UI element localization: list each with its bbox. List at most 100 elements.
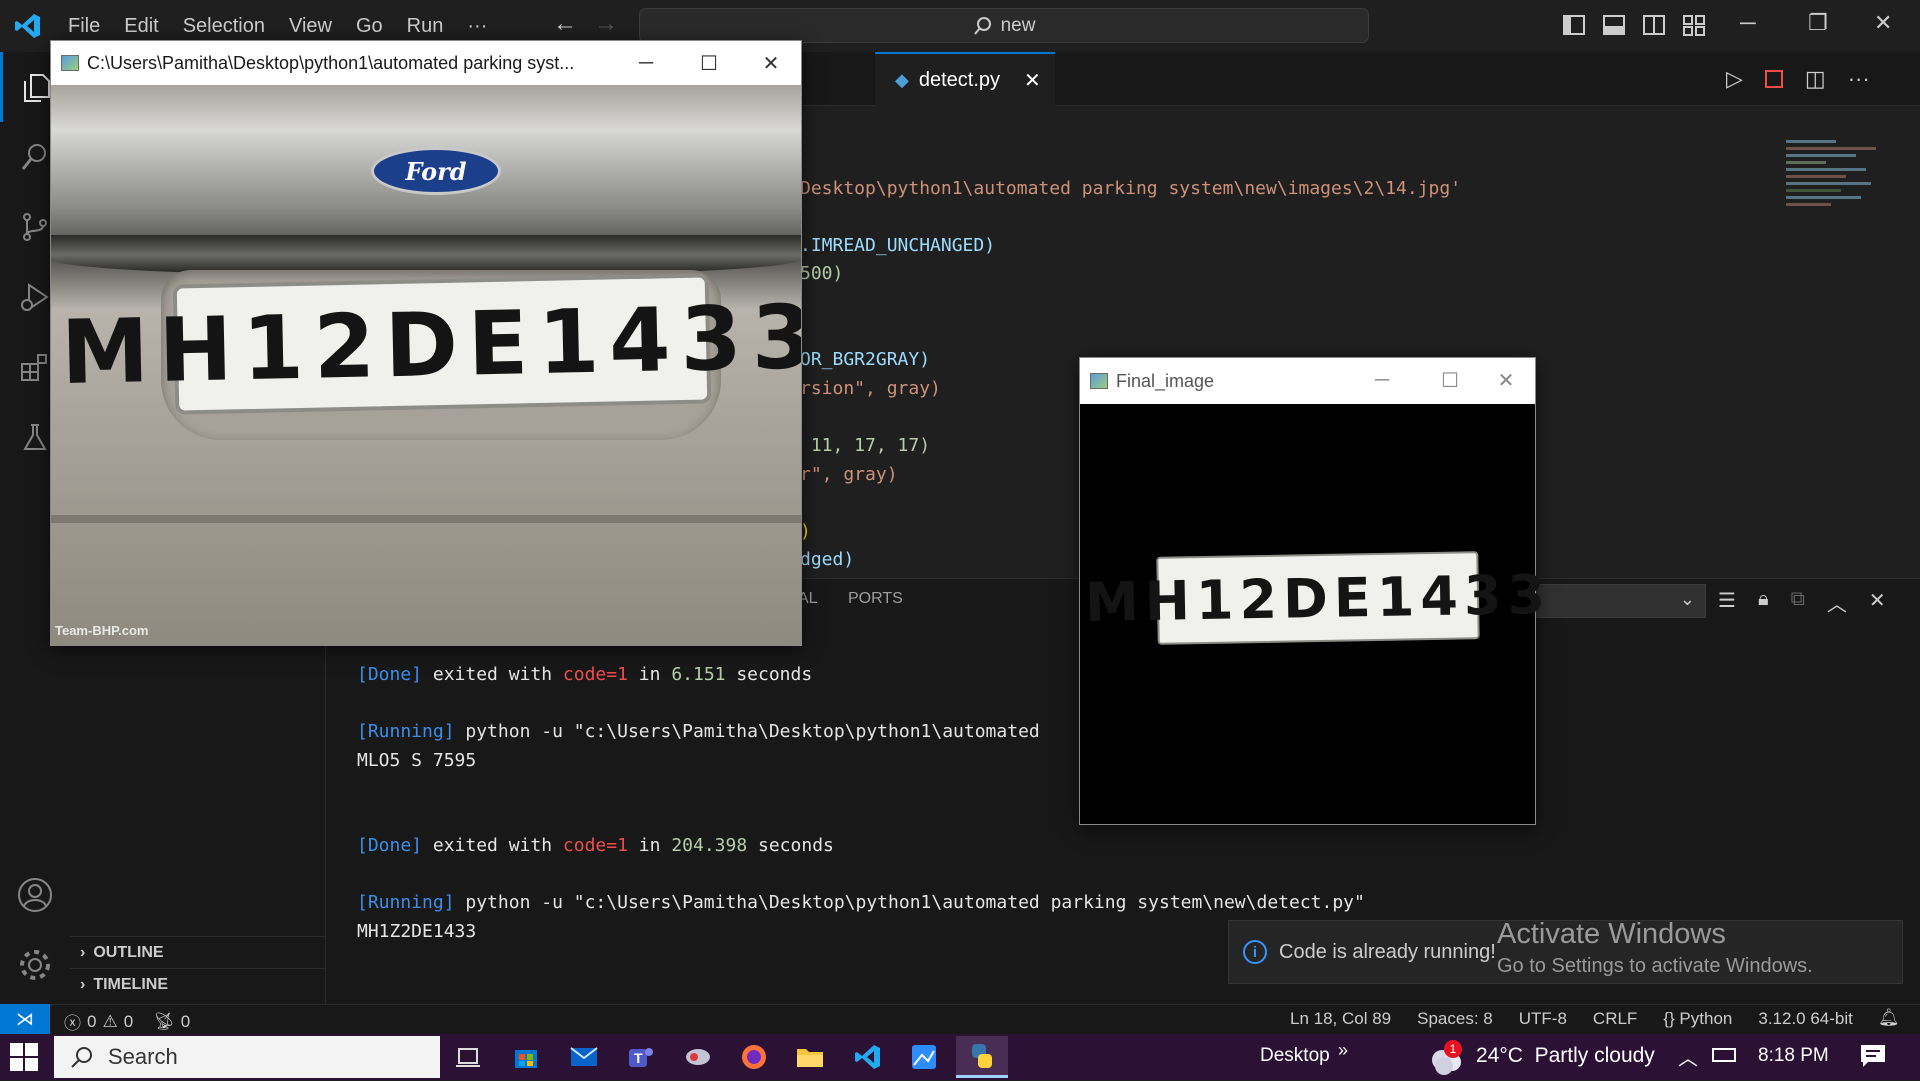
license-plate: MH12DE1433	[60, 273, 801, 415]
minimize-icon[interactable]: ─	[1352, 358, 1412, 402]
minimap[interactable]	[1786, 136, 1906, 276]
outline-label: OUTLINE	[93, 943, 164, 961]
microsoft-store-icon[interactable]	[500, 1036, 552, 1078]
language-mode[interactable]: {} Python	[1663, 1009, 1732, 1029]
tab-ports[interactable]: PORTS	[848, 590, 903, 608]
chevron-right-icon[interactable]: »	[1338, 1040, 1348, 1061]
stop-icon[interactable]	[1764, 70, 1783, 88]
chevron-down-icon: ⌄	[1679, 589, 1695, 609]
vscode-taskbar-icon[interactable]	[842, 1036, 894, 1078]
lock-scroll-icon[interactable]: 🔒︎	[1758, 588, 1769, 617]
chevron-right-icon: ›	[80, 943, 86, 961]
car-window-title: C:\Users\Pamitha\Desktop\python1\automat…	[87, 52, 575, 73]
run-python-icon[interactable]: ▷	[1726, 66, 1743, 92]
status-bar: ⓧ 0 ⚠ 0 📡︎ 0 Ln 18, Col 89 Spaces: 8 UTF-8 …	[0, 1004, 1920, 1034]
python-taskbar-icon[interactable]	[956, 1036, 1008, 1078]
windows-start-icon[interactable]	[10, 1043, 38, 1076]
back-arrow-icon[interactable]: ←	[553, 10, 577, 38]
window-app-icon	[1090, 373, 1108, 389]
search-icon	[973, 16, 991, 35]
customize-layout-icon[interactable]	[1683, 14, 1705, 36]
exit-time: 204.398	[671, 835, 748, 856]
restore-window-icon[interactable]: ❐	[1808, 10, 1828, 36]
timeline-label: TIMELINE	[93, 975, 168, 993]
ports-count: 0	[180, 1011, 191, 1031]
maximize-panel-icon[interactable]: ︿	[1827, 588, 1847, 617]
toggle-panel-icon[interactable]	[1603, 14, 1625, 36]
battery-icon[interactable]	[1712, 1048, 1736, 1062]
activate-title: Activate Windows	[1497, 918, 1726, 950]
bumper-line	[51, 515, 801, 523]
close-tab-icon[interactable]: ✕	[1024, 68, 1041, 93]
action-center-icon[interactable]	[1860, 1044, 1886, 1073]
maximize-icon[interactable]: ☐	[679, 41, 739, 85]
open-in-editor-icon[interactable]: ⧉	[1791, 588, 1805, 617]
file-explorer-icon[interactable]	[784, 1036, 836, 1078]
search-icon	[71, 1047, 92, 1068]
chevron-up-icon[interactable]: ︿	[1678, 1042, 1698, 1071]
indentation[interactable]: Spaces: 8	[1417, 1009, 1493, 1029]
weather-icon[interactable]: 1	[1426, 1038, 1466, 1081]
problems-indicator[interactable]: ⓧ 0 ⚠ 0 📡︎ 0	[64, 1009, 190, 1034]
python-interpreter[interactable]: 3.12.0 64-bit	[1758, 1009, 1853, 1029]
teams-icon[interactable]: T	[614, 1036, 666, 1078]
code-line: OR_BGR2GRAY)	[800, 349, 931, 370]
accounts-icon[interactable]	[0, 860, 70, 930]
cursor-position[interactable]: Ln 18, Col 89	[1290, 1009, 1391, 1029]
command-center-text: new	[1000, 14, 1036, 36]
mail-icon[interactable]	[558, 1036, 610, 1078]
line-ending[interactable]: CRLF	[1593, 1009, 1637, 1029]
tab-detect-py[interactable]: ◆ detect.py ✕	[875, 52, 1055, 106]
weather-text[interactable]: 24°C Partly cloudy	[1476, 1044, 1655, 1068]
photos-icon[interactable]	[898, 1036, 950, 1078]
vscode-logo-icon	[0, 0, 56, 52]
task-view-icon[interactable]	[442, 1036, 494, 1078]
close-window-icon[interactable]: ✕	[1874, 10, 1892, 36]
final-image-window: Final_image ─ ☐ ✕ MH12DE1433	[1079, 357, 1552, 825]
svg-text:T: T	[634, 1050, 643, 1066]
python-file-icon: ◆	[895, 69, 909, 90]
command-center-search[interactable]: new	[639, 8, 1369, 43]
minimize-icon[interactable]: ─	[616, 41, 676, 85]
desktop-toolbar[interactable]: Desktop	[1260, 1045, 1330, 1067]
taskbar-search[interactable]: Search	[54, 1036, 440, 1078]
split-editor-icon[interactable]: ◫	[1805, 66, 1826, 92]
final-window-titlebar[interactable]: Final_image ─ ☐ ✕	[1080, 358, 1535, 404]
output-text: exited with	[422, 835, 563, 856]
encoding[interactable]: UTF-8	[1519, 1009, 1567, 1029]
clock[interactable]: 8:18 PM	[1758, 1045, 1829, 1067]
output-text: in	[627, 835, 672, 856]
minimize-window-icon[interactable]: ─	[1740, 10, 1756, 36]
editor-actions: ▷ ◫ ···	[1726, 66, 1870, 92]
settings-gear-icon[interactable]	[0, 930, 70, 1000]
close-icon[interactable]: ✕	[1476, 358, 1536, 402]
car-window-titlebar[interactable]: C:\Users\Pamitha\Desktop\python1\automat…	[51, 41, 801, 85]
ford-logo: Ford	[371, 147, 501, 195]
output-line: [Running] python -u "c:\Users\Pamitha\De…	[357, 721, 1040, 742]
more-actions-icon[interactable]: ···	[1848, 66, 1870, 92]
clear-output-icon[interactable]: ☰	[1718, 588, 1736, 617]
forward-arrow-icon[interactable]: →	[594, 10, 618, 38]
done-tag: [Done]	[357, 664, 423, 685]
firefox-icon[interactable]	[728, 1036, 780, 1078]
output-text: seconds	[725, 664, 813, 685]
bell-icon[interactable]: 🔔︎	[1878, 1008, 1900, 1028]
chevron-right-icon: ›	[80, 975, 86, 993]
remote-indicator[interactable]: ⋊	[0, 1004, 50, 1034]
timeline-section[interactable]: › TIMELINE	[70, 968, 326, 1000]
snipping-tool-icon[interactable]	[672, 1036, 724, 1078]
outline-section[interactable]: › OUTLINE	[70, 936, 326, 968]
toggle-secondary-sidebar-icon[interactable]	[1643, 14, 1665, 36]
maximize-icon[interactable]: ☐	[1420, 358, 1480, 402]
code-line: .IMREAD_UNCHANGED)	[800, 235, 996, 256]
error-count: 0	[87, 1011, 97, 1031]
toggle-sidebar-icon[interactable]	[1563, 14, 1585, 36]
output-channel-select[interactable]: ⌄	[1534, 584, 1706, 618]
taskbar-search-text: Search	[108, 1044, 178, 1069]
close-panel-icon[interactable]: ✕	[1869, 588, 1886, 617]
final-window-title: Final_image	[1116, 370, 1215, 391]
code-line: r", gray)	[800, 464, 898, 485]
running-tag: [Running]	[357, 892, 455, 913]
close-icon[interactable]: ✕	[741, 41, 801, 85]
ports-icon: 📡︎	[153, 1011, 175, 1031]
